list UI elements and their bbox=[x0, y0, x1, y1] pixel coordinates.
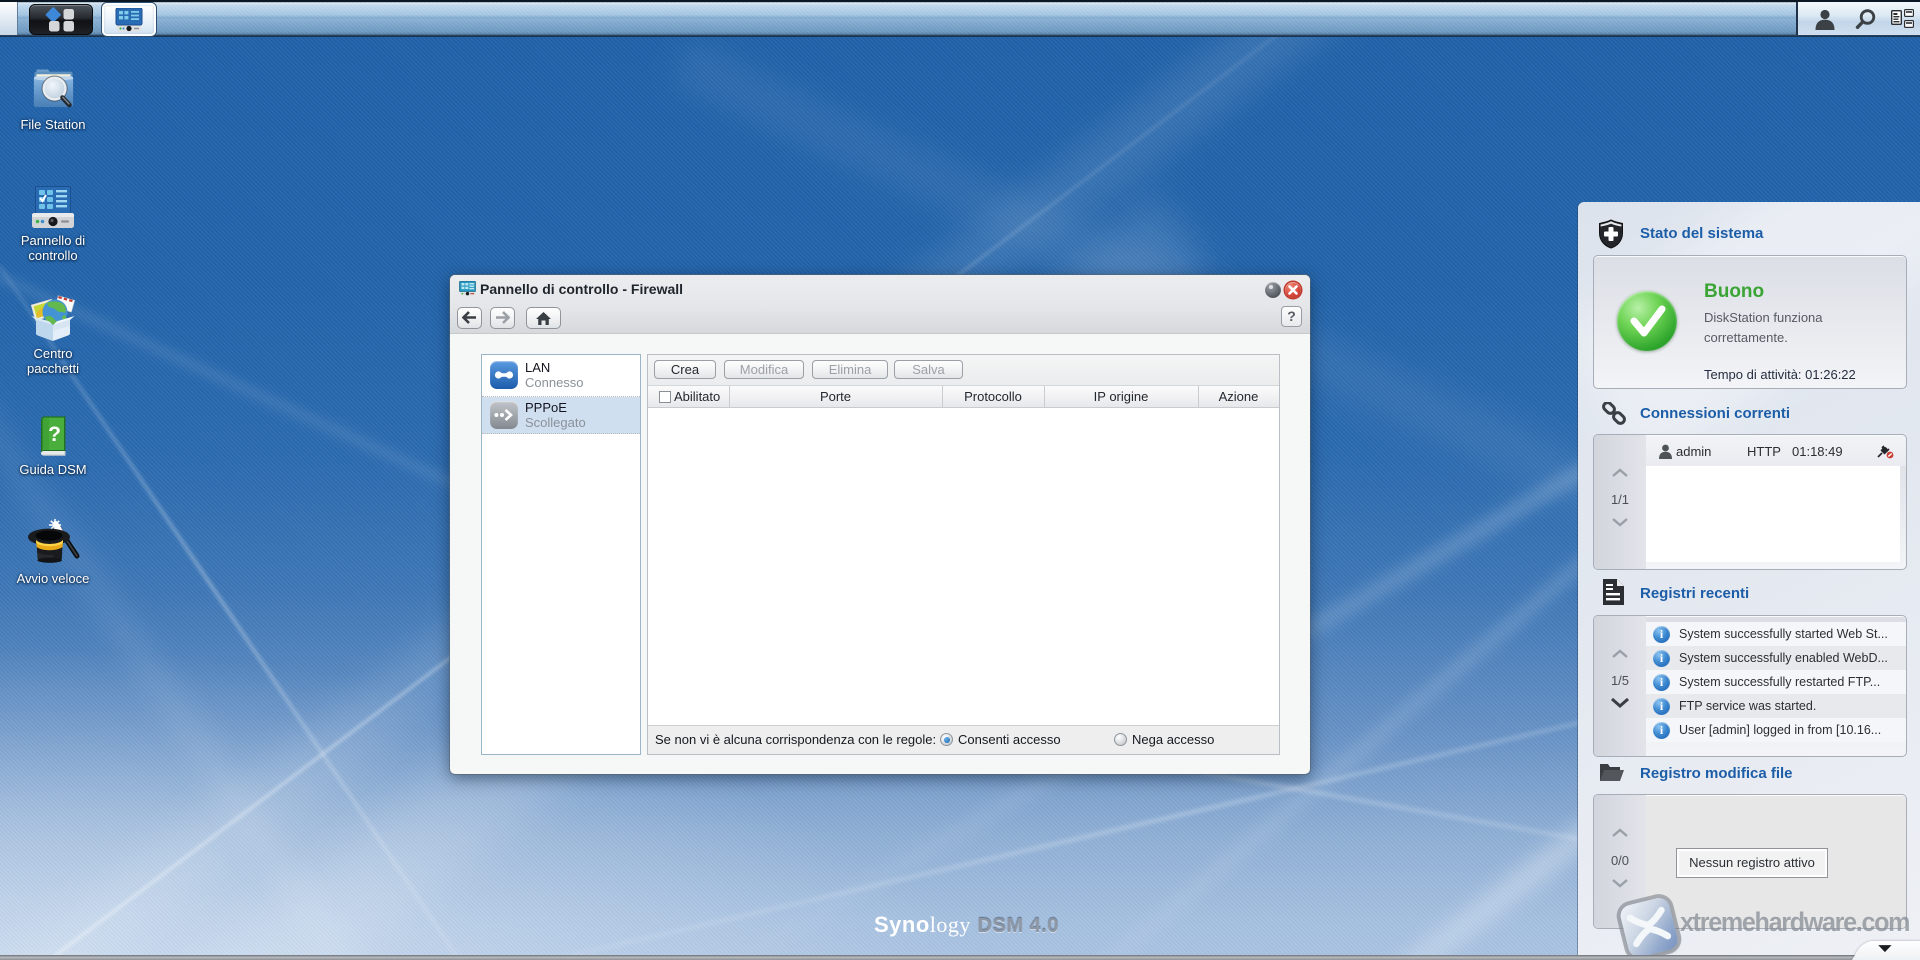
svg-text:?: ? bbox=[48, 423, 61, 446]
